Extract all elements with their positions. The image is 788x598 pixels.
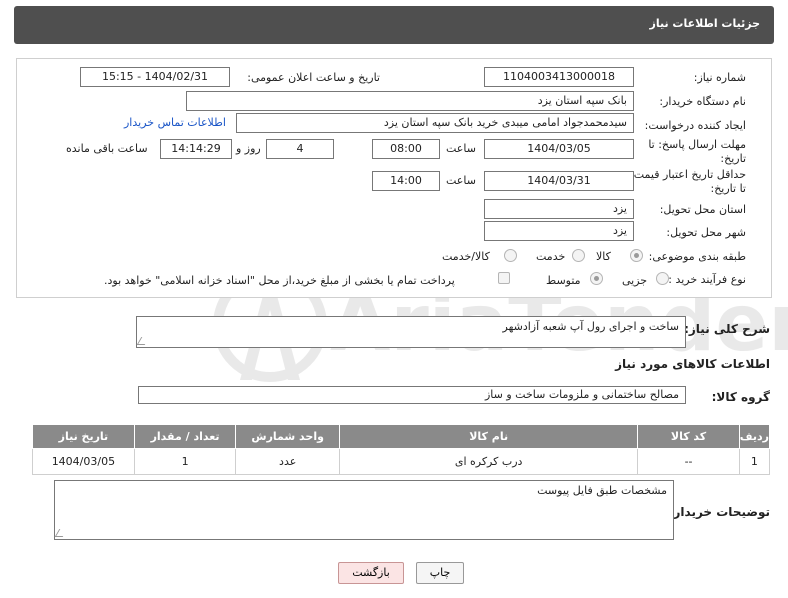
col-row: ردیف bbox=[738, 424, 771, 449]
creator-label: ایجاد کننده درخواست: bbox=[644, 119, 746, 132]
category-radio-goods-service[interactable] bbox=[504, 249, 517, 262]
treasury-checkbox[interactable] bbox=[498, 272, 510, 284]
cell-unit: عدد bbox=[235, 448, 340, 475]
price-validity-time-field: 14:00 bbox=[372, 171, 440, 191]
delivery-city-label: شهر محل تحویل: bbox=[666, 226, 746, 239]
creator-field: سیدمحمدجواد امامی میبدی خرید بانک سپه اس… bbox=[236, 113, 634, 133]
cell-need-date: 1404/03/05 bbox=[32, 448, 135, 475]
remaining-label: ساعت باقی مانده bbox=[66, 142, 148, 155]
category-option-goods: کالا bbox=[596, 250, 611, 263]
price-validity-label: حداقل تاریخ اعتبار قیمت: bbox=[630, 168, 746, 181]
col-code: کد کالا bbox=[637, 424, 740, 449]
buyer-notes-field: مشخصات طبق فایل پیوست bbox=[54, 480, 674, 540]
table-row: 1 -- درب کرکره ای عدد 1 1404/03/05 bbox=[32, 448, 771, 475]
cell-code: -- bbox=[637, 448, 740, 475]
deadline-time-label: ساعت bbox=[446, 142, 476, 155]
page-header: جزئیات اطلاعات نیاز bbox=[14, 6, 774, 44]
days-field: 4 bbox=[266, 139, 334, 159]
goods-group-label: گروه کالا: bbox=[711, 390, 770, 404]
delivery-city-field: یزد bbox=[484, 221, 634, 241]
announce-field: 1404/02/31 - 15:15 bbox=[80, 67, 230, 87]
process-radio-minor[interactable] bbox=[656, 272, 669, 285]
delivery-province-label: استان محل تحویل: bbox=[659, 203, 746, 216]
deadline-date-field: 1404/03/05 bbox=[484, 139, 634, 159]
goods-section-title: اطلاعات کالاهای مورد نیاز bbox=[615, 357, 770, 371]
process-option-minor: جزیی bbox=[622, 274, 648, 287]
goods-group-field: مصالح ساختمانی و ملزومات ساخت و ساز bbox=[138, 386, 686, 404]
col-quantity: تعداد / مقدار bbox=[133, 424, 237, 449]
category-option-service: خدمت bbox=[536, 250, 566, 263]
cell-row: 1 bbox=[738, 448, 771, 475]
description-text: ساخت و اجرای رول آپ شعبه آزادشهر bbox=[502, 320, 680, 333]
print-button[interactable]: چاپ bbox=[416, 562, 464, 584]
process-option-medium: متوسط bbox=[546, 274, 581, 287]
deadline-label: مهلت ارسال پاسخ: تا bbox=[648, 138, 746, 151]
deadline-label-2: تاریخ: bbox=[720, 152, 746, 165]
process-label: نوع فرآیند خرید : bbox=[668, 273, 746, 286]
col-name: نام کالا bbox=[338, 424, 639, 449]
process-radio-medium[interactable] bbox=[590, 272, 603, 285]
remaining-time-field: 14:14:29 bbox=[160, 139, 232, 159]
buyer-notes-label: توضیحات خریدار: bbox=[668, 505, 770, 519]
goods-table: ردیف کد کالا نام کالا واحد شمارش تعداد /… bbox=[32, 424, 771, 475]
announce-label: تاریخ و ساعت اعلان عمومی: bbox=[247, 71, 380, 84]
page-title: جزئیات اطلاعات نیاز bbox=[649, 17, 761, 30]
category-radio-service[interactable] bbox=[572, 249, 585, 262]
price-validity-date-field: 1404/03/31 bbox=[484, 171, 634, 191]
buyer-org-label: نام دستگاه خریدار: bbox=[659, 95, 746, 108]
need-number-label: شماره نیاز: bbox=[693, 71, 746, 84]
cell-quantity: 1 bbox=[133, 448, 237, 475]
price-validity-time-label: ساعت bbox=[446, 174, 476, 187]
col-need-date: تاریخ نیاز bbox=[32, 424, 135, 449]
price-validity-label-2: تا تاریخ: bbox=[710, 182, 746, 195]
category-option-goods-service: کالا/خدمت bbox=[442, 250, 490, 263]
need-number-field: 1104003413000018 bbox=[484, 67, 634, 87]
deadline-time-field: 08:00 bbox=[372, 139, 440, 159]
category-radio-goods[interactable] bbox=[630, 249, 643, 262]
description-label: شرح کلی نیاز: bbox=[684, 322, 770, 336]
buyer-notes-text: مشخصات طبق فایل پیوست bbox=[537, 484, 667, 497]
description-field: ساخت و اجرای رول آپ شعبه آزادشهر bbox=[136, 316, 686, 348]
delivery-province-field: یزد bbox=[484, 199, 634, 219]
days-label: روز و bbox=[236, 142, 261, 155]
resize-handle-icon bbox=[54, 529, 68, 537]
cell-name: درب کرکره ای bbox=[338, 448, 639, 475]
category-label: طبقه بندی موضوعی: bbox=[648, 250, 746, 263]
buyer-org-field: بانک سپه استان یزد bbox=[186, 91, 634, 111]
col-unit: واحد شمارش bbox=[235, 424, 340, 449]
payment-note: پرداخت تمام یا بخشی از مبلغ خرید،از محل … bbox=[104, 274, 455, 287]
buyer-contact-link[interactable]: اطلاعات تماس خریدار bbox=[124, 116, 226, 129]
back-button[interactable]: بازگشت bbox=[338, 562, 404, 584]
resize-handle-icon bbox=[136, 337, 150, 345]
table-header-row: ردیف کد کالا نام کالا واحد شمارش تعداد /… bbox=[32, 424, 771, 449]
